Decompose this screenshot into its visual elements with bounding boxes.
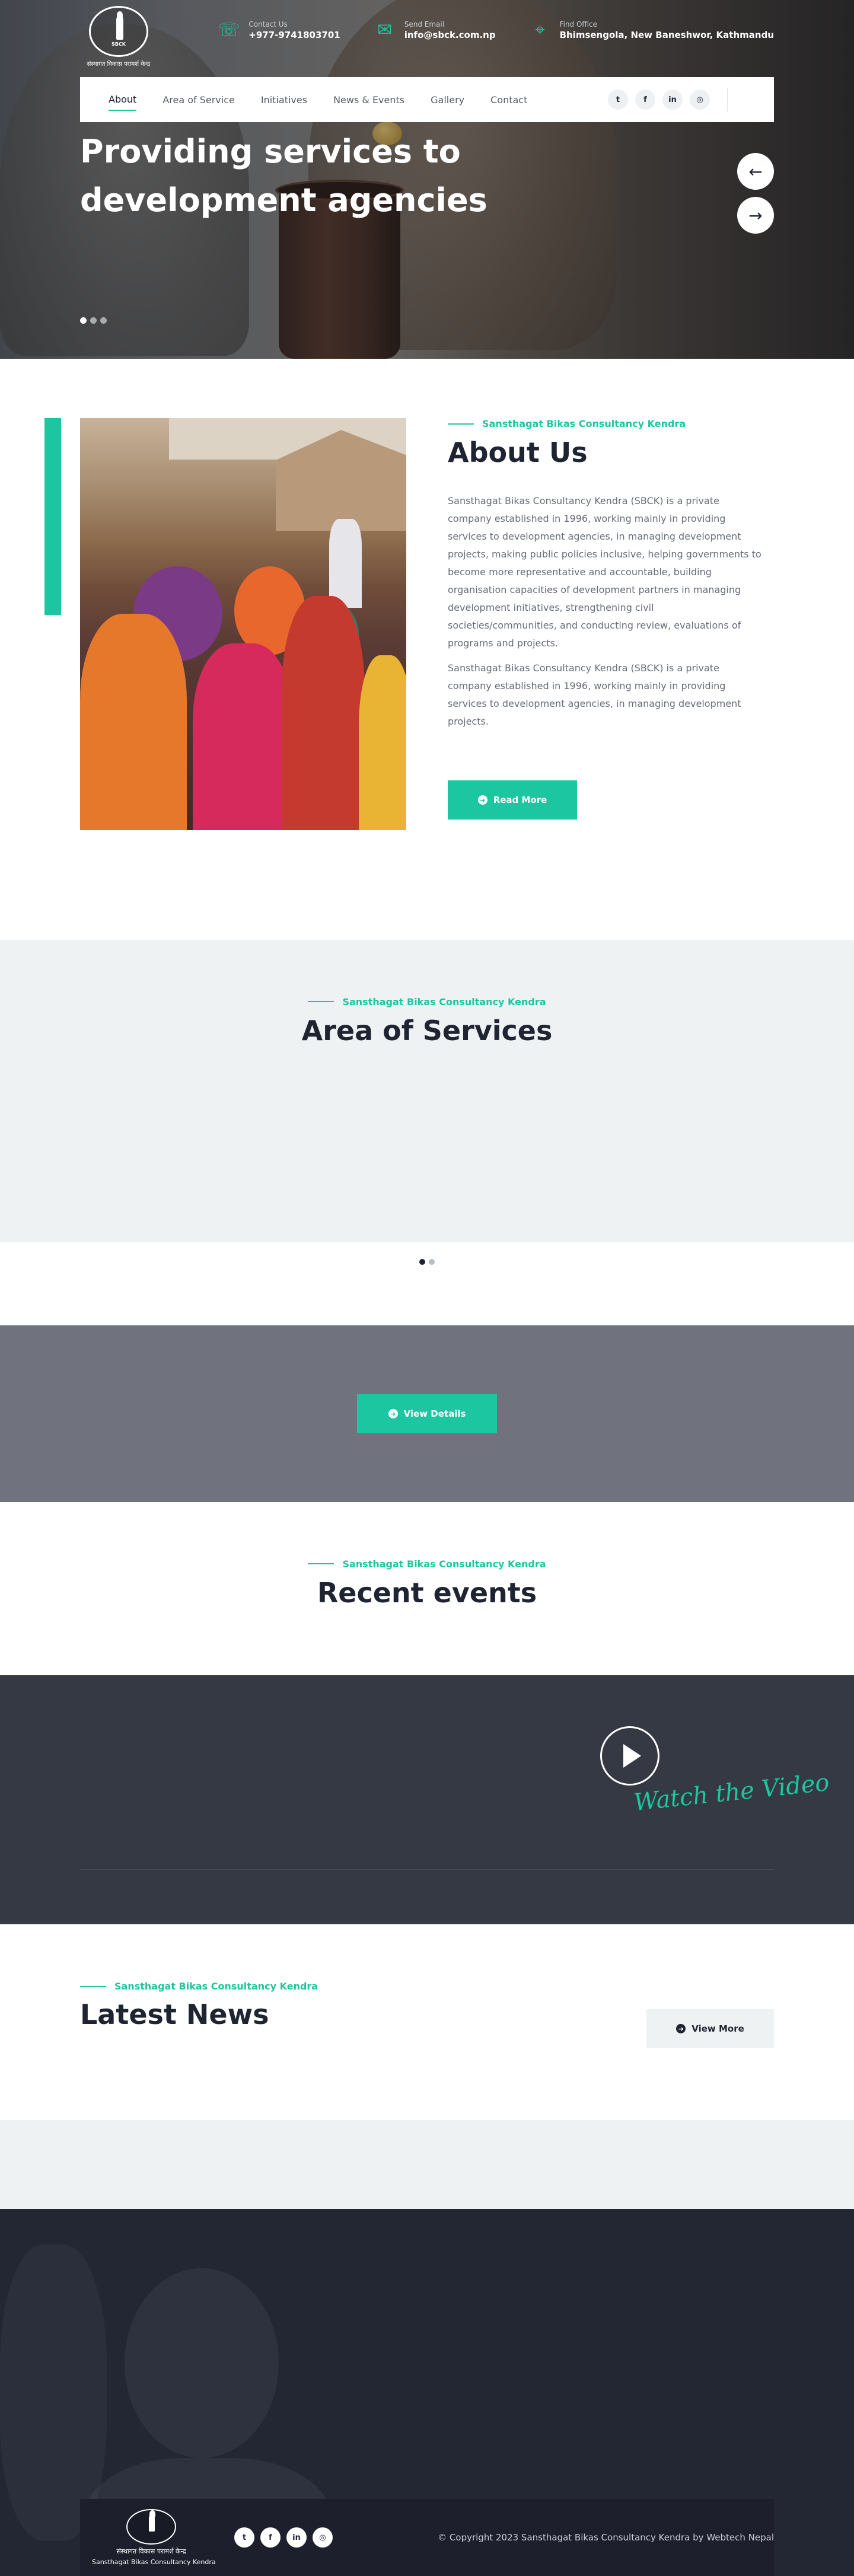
email-icon: ✉ xyxy=(377,20,393,40)
accent-bar xyxy=(44,418,61,615)
read-more-button[interactable]: ➜ Read More xyxy=(448,780,577,820)
about-image xyxy=(80,418,406,830)
events-section: Sansthagat Bikas Consultancy Kendra Rece… xyxy=(0,1502,854,1675)
header-contacts: ☏ Contact Us +977-9741803701 ✉ Send Emai… xyxy=(218,19,774,42)
torch-icon xyxy=(149,2510,155,2532)
logo-emblem xyxy=(126,2509,176,2545)
nav-socials: t f in ◎ xyxy=(608,90,710,110)
hero-arrows: ← → xyxy=(737,153,774,234)
nav-item-news-events[interactable]: News & Events xyxy=(333,90,404,110)
about-content: Sansthagat Bikas Consultancy Kendra Abou… xyxy=(448,418,762,820)
next-slide-button[interactable]: → xyxy=(737,197,774,234)
instagram-icon[interactable]: ◎ xyxy=(313,2527,333,2548)
contact-phone[interactable]: ☏ Contact Us +977-9741803701 xyxy=(218,19,340,42)
section-title: Latest News xyxy=(80,1998,269,2030)
footer-logo[interactable]: संस्थागत विकास परामर्श केन्द्र Sansthaga… xyxy=(92,2509,216,2566)
phone-icon: ☏ xyxy=(218,20,240,40)
arrow-circle-icon: ➜ xyxy=(388,1409,398,1418)
section-kicker: Sansthagat Bikas Consultancy Kendra xyxy=(308,1558,546,1570)
carousel-dot[interactable] xyxy=(419,1259,425,1265)
nav-item-contact[interactable]: Contact xyxy=(490,90,527,110)
slide-dot[interactable] xyxy=(90,317,97,324)
site-footer: संस्थागत विकास परामर्श केन्द्र Sansthaga… xyxy=(0,2209,854,2576)
arrow-circle-icon: ➜ xyxy=(477,795,487,805)
footer-bar: संस्थागत विकास परामर्श केन्द्र Sansthaga… xyxy=(80,2499,774,2576)
section-title: Area of Services xyxy=(301,1014,553,1047)
nav-item-initiatives[interactable]: Initiatives xyxy=(261,90,307,110)
nav-item-about[interactable]: About xyxy=(109,89,137,111)
view-details-button[interactable]: ➜ View Details xyxy=(357,1394,497,1433)
news-list-area xyxy=(0,2120,854,2209)
about-paragraph: Sansthagat Bikas Consultancy Kendra (SBC… xyxy=(448,662,741,727)
facebook-icon[interactable]: f xyxy=(635,90,655,110)
slide-dot[interactable] xyxy=(80,317,87,324)
section-kicker: Sansthagat Bikas Consultancy Kendra xyxy=(308,996,546,1008)
prev-slide-button[interactable]: ← xyxy=(737,153,774,190)
play-icon xyxy=(623,1744,641,1768)
site-logo[interactable]: SBCK संस्थागत विकास परामर्श केन्द्र xyxy=(80,6,157,68)
instagram-icon[interactable]: ◎ xyxy=(690,90,710,110)
about-paragraph: Sansthagat Bikas Consultancy Kendra (SBC… xyxy=(448,495,761,649)
contact-location[interactable]: ⌖ Find Office Bhimsengola, New Baneshwor… xyxy=(529,19,774,42)
nav-item-area-of-service[interactable]: Area of Service xyxy=(162,90,235,110)
watch-video-caption: Watch the Video xyxy=(632,1768,831,1817)
section-title: About Us xyxy=(448,436,588,468)
slide-dot[interactable] xyxy=(100,317,107,324)
twitter-icon[interactable]: t xyxy=(234,2527,254,2548)
linkedin-icon[interactable]: in xyxy=(662,90,683,110)
section-kicker: Sansthagat Bikas Consultancy Kendra xyxy=(448,418,762,429)
section-kicker: Sansthagat Bikas Consultancy Kendra xyxy=(80,1981,318,1992)
twitter-icon[interactable]: t xyxy=(608,90,628,110)
view-more-button[interactable]: ➜ View More xyxy=(646,2009,774,2048)
linkedin-icon[interactable]: in xyxy=(286,2527,307,2548)
logo-text: संस्थागत विकास परामर्श केन्द्र xyxy=(87,61,151,68)
services-section: Sansthagat Bikas Consultancy Kendra Area… xyxy=(0,940,854,1242)
hero-title: Providing services to development agenci… xyxy=(80,133,487,219)
torch-icon xyxy=(116,11,123,40)
about-section: Sansthagat Bikas Consultancy Kendra Abou… xyxy=(0,359,854,940)
location-icon: ⌖ xyxy=(535,20,545,40)
services-pagination xyxy=(0,1242,854,1325)
video-section: Watch the Video xyxy=(0,1675,854,1924)
section-title: Recent events xyxy=(317,1576,537,1609)
hero-pagination xyxy=(80,317,107,324)
facebook-icon[interactable]: f xyxy=(260,2527,281,2548)
contact-email[interactable]: ✉ Send Email info@sbck.com.np xyxy=(374,19,495,42)
cta-band: ➜ View Details xyxy=(0,1325,854,1502)
carousel-dot[interactable] xyxy=(429,1259,435,1265)
divider xyxy=(80,1869,774,1870)
logo-emblem: SBCK xyxy=(89,6,148,57)
nav-item-gallery[interactable]: Gallery xyxy=(431,90,464,110)
site-header: SBCK संस्थागत विकास परामर्श केन्द्र ☏ Co… xyxy=(80,0,774,77)
play-video-button[interactable] xyxy=(600,1726,659,1786)
footer-socials: t f in ◎ xyxy=(234,2527,333,2548)
hero-slider: SBCK संस्थागत विकास परामर्श केन्द्र ☏ Co… xyxy=(0,0,854,359)
news-section: Sansthagat Bikas Consultancy Kendra Late… xyxy=(0,1924,854,2120)
copyright-text: © Copyright 2023 Sansthagat Bikas Consul… xyxy=(438,2532,774,2543)
main-nav: About Area of Service Initiatives News &… xyxy=(80,77,774,122)
arrow-circle-icon: ➜ xyxy=(676,2024,686,2033)
nav-divider xyxy=(727,88,728,111)
